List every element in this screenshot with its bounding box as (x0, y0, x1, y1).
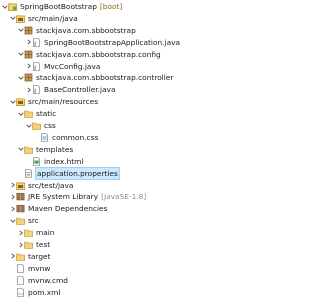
tree-item-label: SpringBootBootstrapApplication.java (44, 37, 181, 47)
folder-icon (32, 121, 41, 130)
tree-item-label: css (44, 121, 56, 130)
tree-item-label: pom.xml (28, 287, 61, 297)
tree-item-label: src/test/java (28, 180, 74, 190)
html-file-icon (32, 156, 41, 166)
css-file-icon (40, 133, 49, 142)
tree-item-label: static (36, 109, 57, 119)
java-file-icon: J (32, 61, 41, 71)
tree-item-label: src/main/java (28, 13, 78, 23)
tree-item-label: main (36, 228, 55, 238)
java-file-icon: J (32, 85, 41, 94)
tree-item-label: Maven Dependencies (28, 204, 108, 214)
java-file-icon: J (32, 37, 41, 47)
tree-item-label: src (28, 216, 39, 226)
folder-icon (24, 109, 33, 118)
xml-file-icon: <> (16, 287, 25, 297)
package-icon (24, 50, 33, 59)
tree-item-label: stackjava.com.sbbootstrap (36, 25, 136, 35)
tree-item-label: mvnw.cmd (28, 275, 68, 285)
folder-icon (24, 228, 33, 237)
tree-item-label: test (36, 240, 51, 249)
tree-item-label: target (28, 251, 51, 261)
tree-item-label: stackjava.com.sbbootstrap.controller (36, 73, 174, 83)
file-icon (16, 263, 25, 273)
file-icon (16, 275, 25, 285)
tree-item-label: index.html (44, 156, 84, 166)
tree-item-decoration: [JavaSE-1.8] (101, 192, 147, 202)
source-folder-icon (16, 97, 25, 107)
library-icon (16, 204, 25, 213)
tree-item-label: templates (36, 144, 74, 154)
svg-text:<>: <> (18, 291, 24, 295)
svg-text:J: J (33, 89, 36, 95)
project-icon (8, 2, 17, 11)
tree-item-label: application.properties (35, 166, 120, 180)
project-explorer-tree: SpringBootBootstrap [boot] src/main/java st… (0, 0, 223, 300)
tree-item-24[interactable]: <> pom.xml (0, 286, 232, 299)
folder-icon (24, 145, 33, 154)
folder-icon (16, 252, 25, 261)
tree-item-label: stackjava.com.sbbootstrap.config (36, 49, 161, 59)
tree-item-label: JRE System Library (28, 192, 99, 202)
package-icon (24, 73, 33, 82)
svg-text:J: J (33, 65, 36, 71)
package-icon (24, 26, 33, 35)
properties-file-icon (24, 168, 33, 178)
tree-item-label: BaseController.java (44, 85, 116, 95)
tree-item-label: common.css (52, 132, 99, 142)
source-folder-icon (16, 181, 25, 190)
tree-item-label: mvnw (28, 263, 51, 273)
tree-item-label: src/main/resources (28, 97, 99, 107)
source-folder-icon (16, 14, 25, 23)
library-icon (16, 192, 25, 201)
folder-icon (16, 216, 25, 225)
tree-item-decoration: [boot] (99, 2, 123, 11)
tree-item-label: MvcConfig.java (44, 61, 101, 71)
folder-icon (24, 240, 33, 249)
svg-text:J: J (33, 41, 36, 47)
tree-item-label: SpringBootBootstrap (20, 2, 97, 11)
